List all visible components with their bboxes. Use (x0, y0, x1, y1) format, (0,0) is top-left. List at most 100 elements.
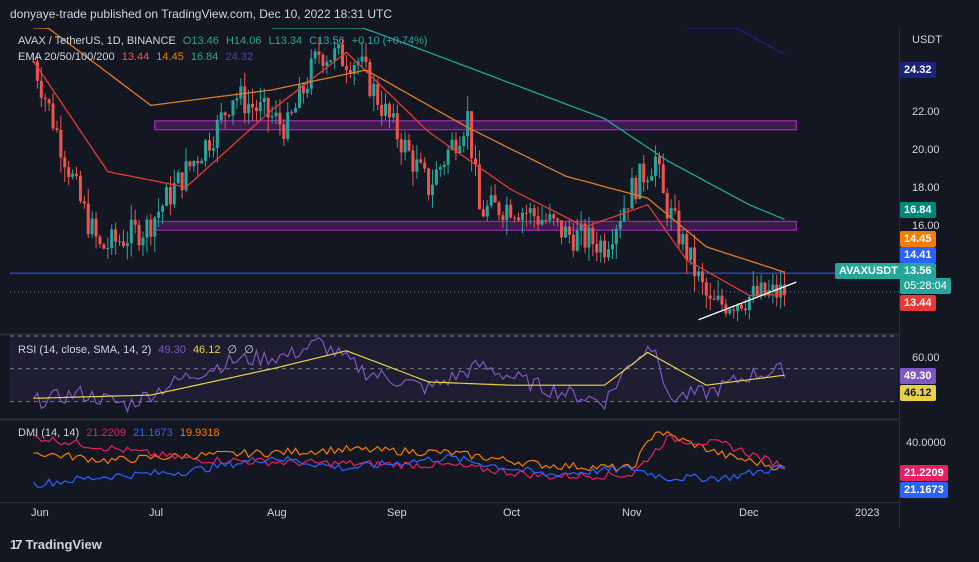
dmi-tick-40: 40.0000 (906, 437, 946, 449)
candle-up (118, 241, 122, 243)
candle-up (333, 48, 337, 61)
candle-up (129, 219, 133, 244)
candle-down (395, 113, 399, 140)
candle-down (509, 204, 513, 218)
candle-up (528, 208, 532, 213)
candle-up (716, 295, 720, 300)
rsi-label[interactable]: RSI (14, close, SMA, 14, 2) (18, 344, 151, 356)
candle-up (540, 219, 544, 225)
ema-label[interactable]: EMA 20/50/100/200 (18, 51, 115, 63)
candle-up (215, 120, 219, 149)
candle-down (321, 54, 325, 67)
time-label-2023: 2023 (855, 507, 880, 519)
candle-down (712, 298, 716, 300)
candle-down (501, 215, 505, 221)
candle-up (442, 164, 446, 168)
time-label-dec: Dec (739, 507, 759, 519)
candle-down (114, 229, 118, 242)
candle-up (145, 219, 149, 238)
candle-up (489, 195, 493, 206)
candle-down (368, 62, 372, 97)
chart-canvas[interactable] (0, 0, 979, 562)
dmi-adx-value: 19.9318 (179, 427, 220, 439)
candle-up (161, 205, 165, 212)
dmi-minus-value: 21.1673 (133, 427, 173, 439)
candle-up (262, 98, 266, 102)
dmi-legend: DMI (14, 14) 21.2209 21.1673 19.9318 (18, 427, 224, 439)
candle-down (704, 282, 708, 296)
candle-down (423, 162, 427, 169)
candle-down (560, 220, 564, 238)
ema-legend: EMA 20/50/100/200 13.44 14.45 16.84 24.3… (18, 51, 257, 63)
candle-up (599, 240, 603, 253)
candle-down (513, 217, 517, 219)
candle-down (278, 112, 282, 125)
candle-up (430, 184, 434, 196)
candle-up (211, 148, 215, 151)
candle-up (771, 284, 775, 290)
dmi-label[interactable]: DMI (14, 14) (18, 427, 79, 439)
symbol-label[interactable]: AVAX / TetherUS, 1D, BINANCE (18, 35, 176, 47)
candle-down (75, 173, 79, 176)
tv-brand: TradingView (25, 537, 102, 552)
candle-up (646, 180, 650, 183)
candle-up (360, 56, 364, 62)
candle-down (536, 216, 540, 225)
candle-up (638, 163, 642, 200)
candle-up (563, 226, 567, 238)
ema200-value: 24.32 (225, 51, 254, 63)
candle-down (102, 244, 106, 249)
time-label-aug: Aug (267, 507, 287, 519)
candle-up (157, 211, 161, 218)
candle-down (556, 218, 560, 221)
candle-down (532, 208, 536, 217)
candle-down (290, 112, 294, 114)
candle-up (235, 98, 239, 101)
hline-tag: 14.41 (900, 247, 936, 263)
candle-down (411, 150, 415, 172)
candle-up (575, 230, 579, 251)
axis-unit: USDT (912, 34, 942, 46)
change-value: +0.10 (+0.74%) (351, 35, 428, 47)
candle-down (227, 115, 231, 117)
candle-down (755, 285, 759, 296)
candle-down (243, 86, 247, 114)
candle-down (98, 236, 102, 245)
candle-up (294, 107, 298, 113)
main-legend: AVAX / TetherUS, 1D, BINANCE O13.46 H14.… (18, 35, 432, 47)
candle-up (172, 183, 176, 205)
candle-down (661, 164, 665, 194)
tradingview-logo[interactable]: 17 TradingView (10, 537, 102, 552)
candle-down (47, 99, 51, 104)
candle-down (552, 214, 556, 219)
candle-up (141, 237, 145, 246)
footer: 17 TradingView (0, 528, 979, 562)
candle-down (188, 161, 192, 167)
candle-up (415, 159, 419, 172)
candle-down (419, 159, 423, 163)
candle-down (364, 56, 368, 63)
candle-down (603, 240, 607, 258)
candle-up (231, 100, 235, 116)
candle-down (86, 203, 90, 235)
time-label-jul: Jul (149, 507, 164, 519)
candle-down (380, 104, 384, 116)
rsi-empty-2: ∅ (244, 344, 254, 356)
candle-up (270, 116, 274, 118)
time-label-sep: Sep (387, 507, 407, 519)
candle-up (90, 218, 94, 235)
candle-up (610, 244, 614, 250)
candle-down (149, 219, 153, 237)
candle-down (387, 103, 391, 118)
time-label-nov: Nov (622, 507, 642, 519)
candle-up (200, 160, 204, 164)
candle-down (700, 271, 704, 283)
candle-down (591, 227, 595, 244)
last-price-tag: 13.56 (900, 263, 936, 279)
candle-up (458, 145, 462, 154)
candle-up (434, 169, 438, 185)
price-tick-22: 22.00 (912, 106, 940, 118)
candle-up (403, 139, 407, 153)
candle-down (517, 217, 521, 221)
publish-header: donyaye-trade published on TradingView.c… (0, 0, 979, 28)
